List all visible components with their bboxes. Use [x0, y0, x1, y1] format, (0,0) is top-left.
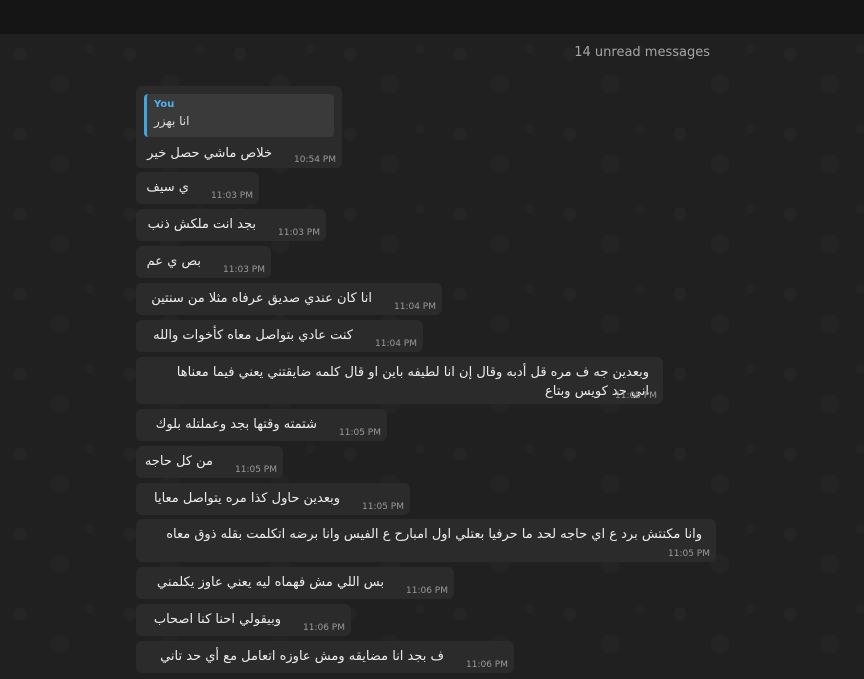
message-bubble[interactable]: ف بجد انا مضايقه ومش عاوزه اتعامل مع أي … [136, 641, 514, 673]
message-text: خلاص ماشي حصل خير [147, 146, 272, 161]
message-time: 11:04 PM [375, 339, 417, 349]
message-time: 11:05 PM [235, 465, 277, 475]
message-bubble[interactable]: ي سيف 11:03 PM [136, 172, 259, 204]
message-text: ي سيف [146, 180, 189, 195]
message-text: وبعدين جه ف مره قل أدبه وقال إن انا لطيف… [176, 365, 649, 380]
message-text: بجد انت ملكش ذنب [147, 217, 256, 232]
message-bubble[interactable]: وبعدين جه ف مره قل أدبه وقال إن انا لطيف… [136, 357, 663, 404]
reply-quote[interactable]: You انا بهزر [144, 94, 334, 137]
message-text: بس اللي مش فهماه ليه يعني عاوز يكلمني [156, 575, 384, 590]
message-time: 11:06 PM [466, 660, 508, 670]
message-time: 11:03 PM [278, 228, 320, 238]
message-bubble[interactable]: من كل حاجه 11:05 PM [136, 446, 283, 478]
message-text: شتمته وقتها بجد وعملتله بلوك [155, 417, 317, 432]
message-bubble[interactable]: وبيقولي احنا كنا اصحاب 11:06 PM [136, 604, 351, 636]
message-time: 11:05 PM [615, 391, 657, 401]
message-time: 10:54 PM [294, 155, 336, 165]
message-time: 11:06 PM [303, 623, 345, 633]
message-bubble[interactable]: بص ي عم 11:03 PM [136, 246, 271, 278]
message-time: 11:04 PM [394, 302, 436, 312]
message-bubble[interactable]: وانا مكنتش برد ع اي حاجه لحد ما حرفيا بع… [136, 519, 716, 562]
message-text: وبيقولي احنا كنا اصحاب [153, 612, 281, 627]
message-text: وبعدين حاول كذا مره يتواصل معايا [154, 491, 340, 506]
message-time: 11:05 PM [362, 502, 404, 512]
message-text: انا كان عندي صديق عرفاه مثلا من سنتين [151, 291, 372, 306]
message-text: وانا مكنتش برد ع اي حاجه لحد ما حرفيا بع… [166, 527, 702, 542]
message-bubble[interactable]: كنت عادي بتواصل معاه كأخوات والله 11:04 … [136, 320, 423, 352]
message-text: كنت عادي بتواصل معاه كأخوات والله [153, 328, 353, 343]
message-bubble[interactable]: انا كان عندي صديق عرفاه مثلا من سنتين 11… [136, 283, 442, 315]
message-bubble[interactable]: وبعدين حاول كذا مره يتواصل معايا 11:05 P… [136, 483, 410, 515]
message-text: ف بجد انا مضايقه ومش عاوزه اتعامل مع أي … [160, 649, 444, 664]
message-bubble[interactable]: بجد انت ملكش ذنب 11:03 PM [136, 209, 326, 241]
reply-text: انا بهزر [154, 114, 190, 128]
message-time: 11:03 PM [223, 265, 265, 275]
message-time: 11:05 PM [339, 428, 381, 438]
message-text: من كل حاجه [144, 454, 213, 469]
top-header-strip [0, 0, 864, 34]
message-text: بص ي عم [146, 254, 201, 269]
message-bubble[interactable]: شتمته وقتها بجد وعملتله بلوك 11:05 PM [136, 409, 387, 441]
message-time: 11:03 PM [211, 191, 253, 201]
message-bubble[interactable]: بس اللي مش فهماه ليه يعني عاوز يكلمني 11… [136, 567, 454, 599]
reply-author: You [154, 99, 175, 110]
unread-messages-label: 14 unread messages [574, 45, 710, 60]
message-bubble[interactable]: You انا بهزر خلاص ماشي حصل خير 10:54 PM [136, 86, 342, 168]
message-time: 11:06 PM [406, 586, 448, 596]
message-time: 11:05 PM [668, 549, 710, 559]
